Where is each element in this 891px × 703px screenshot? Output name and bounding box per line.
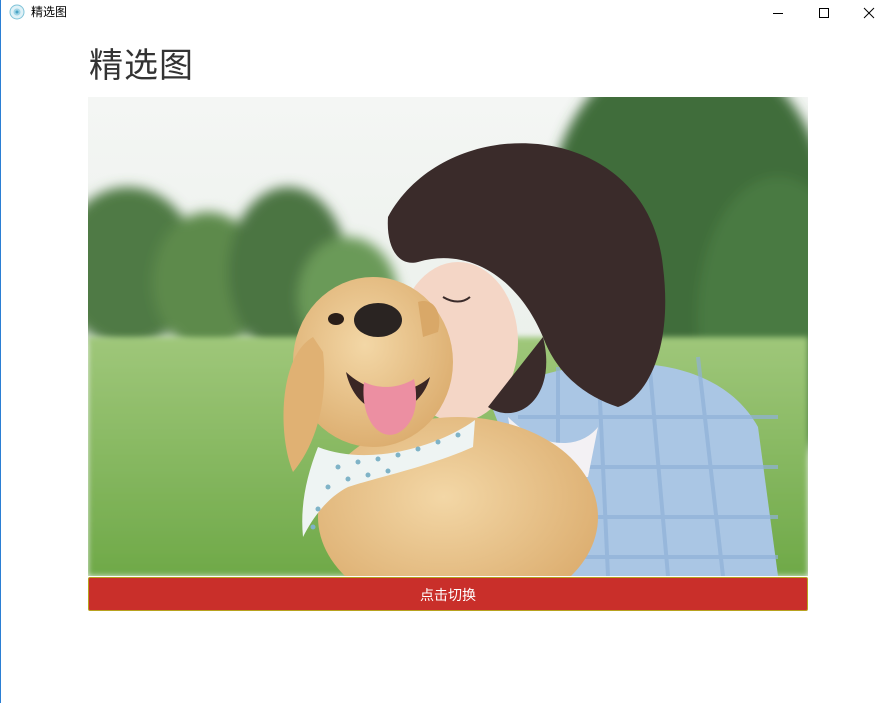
page-title: 精选图 xyxy=(89,46,194,86)
maximize-icon xyxy=(818,4,830,23)
window-title: 精选图 xyxy=(31,5,68,19)
featured-photo xyxy=(88,97,808,576)
app-window: 精选图 精选图 点击切换 xyxy=(0,0,891,703)
minimize-button[interactable] xyxy=(755,0,801,26)
maximize-button[interactable] xyxy=(801,0,847,26)
app-logo-icon xyxy=(9,4,25,20)
minimize-icon xyxy=(772,4,784,23)
toggle-image-button[interactable]: 点击切换 xyxy=(88,577,808,611)
title-bar[interactable]: 精选图 xyxy=(1,0,891,26)
close-icon xyxy=(863,4,875,23)
close-button[interactable] xyxy=(846,0,891,26)
